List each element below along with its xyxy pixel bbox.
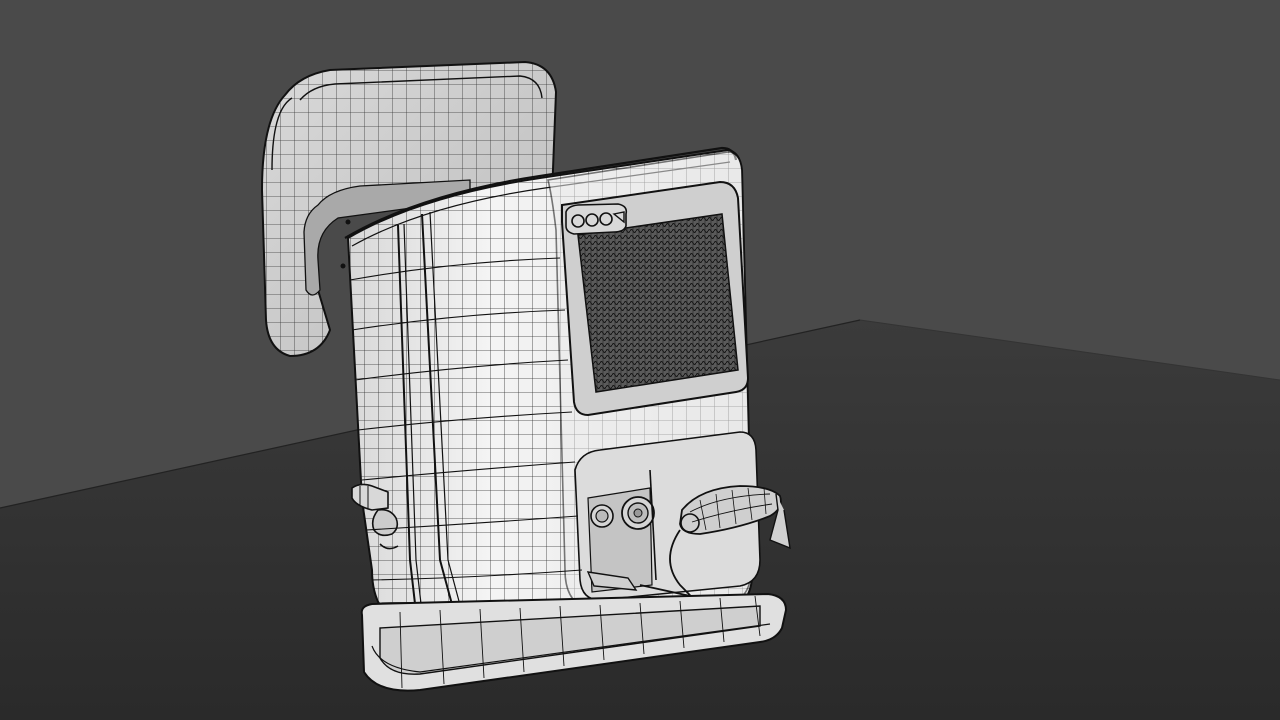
logo-badge (565, 203, 628, 235)
wireframe-render (0, 0, 1280, 720)
knob-large (621, 496, 655, 530)
radio-body (344, 146, 791, 642)
speaker-grille (577, 213, 739, 393)
3d-viewport (0, 0, 1280, 720)
knob-small (590, 504, 614, 528)
